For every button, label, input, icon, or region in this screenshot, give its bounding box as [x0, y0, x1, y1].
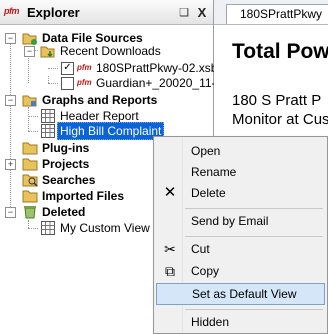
file-checkbox[interactable] — [61, 77, 74, 90]
collapse-toggle[interactable]: − — [24, 46, 35, 57]
collapse-toggle[interactable]: − — [5, 207, 16, 218]
close-icon[interactable]: X — [196, 5, 208, 20]
tree-label-my-custom-view: My Custom View — [60, 221, 150, 235]
report-grid-icon — [40, 220, 56, 236]
document-heading: Total Pow — [232, 40, 328, 63]
download-folder-icon — [40, 43, 56, 59]
file-checkbox[interactable]: ✓ — [61, 62, 74, 75]
report-grid-icon — [40, 123, 56, 139]
collapse-toggle[interactable]: − — [5, 95, 16, 106]
tree-label-graphs-and-reports: Graphs and Reports — [42, 93, 158, 107]
tree-label-searches: Searches — [42, 173, 96, 187]
document-tabbar: 180SPrattPkwy — [214, 0, 328, 25]
tree-node-recent-downloads[interactable]: − Recent Downloads — [0, 43, 213, 59]
context-menu: Open Rename ✕ Delete Send by Email ✂ Cut… — [153, 136, 328, 334]
menu-separator — [185, 309, 323, 310]
tree-label-imported-files: Imported Files — [42, 189, 125, 203]
recycle-bin-icon — [22, 204, 38, 220]
tree-label-plugins: Plug-ins — [42, 141, 90, 155]
menu-item-rename[interactable]: Rename — [156, 161, 325, 183]
pfm-file-icon: pfm — [77, 78, 92, 87]
tree-node-file-2[interactable]: pfm Guardian+_20020_11- — [0, 75, 216, 91]
menu-item-hidden[interactable]: Hidden — [156, 311, 325, 333]
pfm-file-icon: pfm — [77, 63, 92, 72]
tree-label-high-bill-complaint: High Bill Complaint — [57, 122, 165, 140]
pin-icon[interactable]: ❑ — [178, 6, 190, 19]
menu-item-cut[interactable]: ✂ Cut — [156, 238, 325, 260]
copy-icon: ⧉ — [165, 263, 175, 279]
menu-separator — [185, 208, 323, 209]
tree-label-file-2: Guardian+_20020_11- — [96, 76, 216, 90]
expand-toggle[interactable]: + — [5, 159, 16, 170]
folder-icon — [22, 156, 38, 172]
folder-icon — [22, 140, 38, 156]
menu-item-send-by-email[interactable]: Send by Email — [156, 210, 325, 232]
explorer-header: pfm Explorer ❑ X — [0, 0, 213, 25]
folder-icon — [22, 188, 38, 204]
menu-item-open[interactable]: Open — [156, 140, 325, 162]
tree-label-projects: Projects — [42, 157, 90, 171]
menu-separator — [185, 236, 323, 237]
pfm-logo: pfm — [4, 6, 20, 16]
document-line-1: 180 S Pratt P — [232, 92, 322, 109]
tree-label-deleted: Deleted — [42, 205, 86, 219]
document-line-2: Monitor at Cus — [232, 111, 328, 128]
search-folder-icon — [22, 172, 38, 188]
tree-label-file-1: 180SPrattPkwy-02.xsb — [96, 61, 218, 75]
report-grid-icon — [40, 108, 56, 124]
tree-label-recent-downloads: Recent Downloads — [60, 44, 161, 58]
folder-open-icon — [22, 92, 38, 108]
tree-node-graphs-and-reports[interactable]: − Graphs and Reports — [0, 92, 213, 108]
menu-item-set-as-default-view[interactable]: Set as Default View — [156, 283, 325, 305]
scissors-icon: ✂ — [164, 241, 176, 257]
tree-node-file-1[interactable]: ✓ pfm 180SPrattPkwy-02.xsb — [0, 60, 217, 76]
delete-x-icon: ✕ — [163, 184, 177, 201]
menu-item-delete[interactable]: ✕ Delete — [156, 182, 325, 204]
explorer-title: Explorer — [27, 5, 80, 20]
tab-180spratt[interactable]: 180SPrattPkwy — [226, 4, 328, 24]
menu-item-copy[interactable]: ⧉ Copy — [156, 260, 325, 282]
